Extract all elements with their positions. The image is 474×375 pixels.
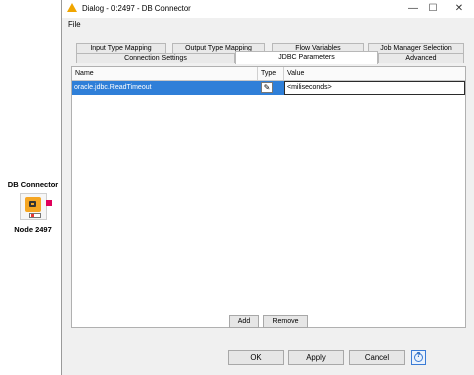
close-button[interactable]: ✕: [444, 0, 474, 18]
ok-button[interactable]: OK: [228, 350, 284, 365]
cancel-button[interactable]: Cancel: [349, 350, 405, 365]
apply-button[interactable]: Apply: [288, 350, 344, 365]
menu-file[interactable]: File: [68, 20, 81, 29]
remove-button[interactable]: Remove: [263, 315, 308, 328]
tab-advanced[interactable]: Advanced: [378, 53, 464, 63]
dialog-window: Dialog - 0:2497 - DB Connector — ☐ ✕ Fil…: [61, 0, 474, 375]
jdbc-parameters-table: Name Type Value oracle.jdbc.ReadTimeout …: [71, 66, 466, 328]
node-label: Node 2497: [14, 225, 52, 234]
database-icon: [25, 197, 41, 212]
table-row[interactable]: oracle.jdbc.ReadTimeout ✎ <miliseconds>: [72, 81, 465, 95]
window-title: Dialog - 0:2497 - DB Connector: [82, 4, 191, 13]
db-connector-node[interactable]: DB Connector Node 2497: [6, 178, 60, 234]
parameter-value-field[interactable]: <miliseconds>: [284, 81, 465, 95]
help-icon: ?: [416, 352, 421, 359]
help-button[interactable]: ?: [411, 350, 426, 365]
tab-input-type-mapping[interactable]: Input Type Mapping: [76, 43, 166, 53]
add-button[interactable]: Add: [229, 315, 259, 328]
parameter-type-cell[interactable]: ✎: [258, 81, 284, 95]
node-status-icon: [29, 213, 41, 218]
tab-connection-settings[interactable]: Connection Settings: [76, 53, 235, 63]
table-header: Name Type Value: [72, 67, 465, 81]
output-port-icon[interactable]: [46, 200, 52, 206]
column-header-name[interactable]: Name: [72, 67, 258, 80]
warning-icon: [67, 3, 77, 12]
column-header-value[interactable]: Value: [284, 67, 465, 80]
title-bar: Dialog - 0:2497 - DB Connector — ☐ ✕: [62, 0, 474, 18]
parameter-name-cell[interactable]: oracle.jdbc.ReadTimeout: [72, 81, 258, 95]
db-connector-node-icon: [20, 193, 52, 220]
tab-jdbc-parameters[interactable]: JDBC Parameters: [235, 51, 378, 64]
edit-pencil-icon[interactable]: ✎: [261, 82, 273, 93]
menu-bar: File: [62, 18, 474, 31]
tab-job-manager-selection[interactable]: Job Manager Selection: [368, 43, 464, 53]
column-header-type[interactable]: Type: [258, 67, 284, 80]
node-title: DB Connector: [7, 180, 59, 189]
